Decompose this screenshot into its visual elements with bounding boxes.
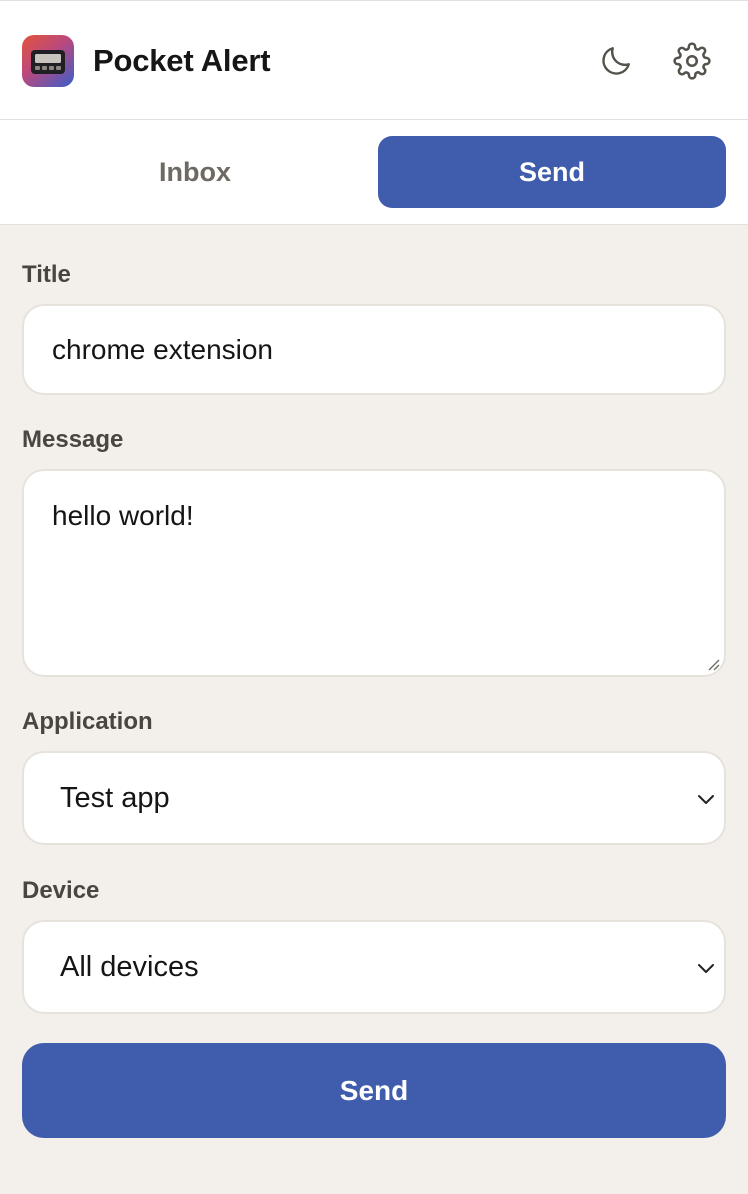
gear-icon <box>673 42 711 80</box>
tab-send[interactable]: Send <box>378 136 726 208</box>
device-select-value: All devices <box>60 950 199 983</box>
message-textarea-value: hello world! <box>52 500 194 531</box>
popup-window: Pocket Alert Inbox Send Title chrome ext… <box>0 0 748 1194</box>
moon-icon <box>602 47 630 75</box>
app-title: Pocket Alert <box>93 43 271 78</box>
theme-toggle-button[interactable] <box>594 39 638 83</box>
application-select[interactable]: Test app <box>22 751 726 845</box>
resize-handle-icon[interactable] <box>706 657 720 671</box>
pager-logo-icon <box>22 35 74 87</box>
device-label: Device <box>22 877 100 904</box>
tab-bar: Inbox Send <box>0 120 748 225</box>
chevron-down-icon <box>698 795 714 804</box>
message-label: Message <box>22 426 124 453</box>
header: Pocket Alert <box>0 0 748 120</box>
send-button[interactable]: Send <box>22 1043 726 1138</box>
application-label: Application <box>22 708 153 735</box>
title-input[interactable]: chrome extension <box>22 304 726 395</box>
message-textarea[interactable]: hello world! <box>22 469 726 677</box>
chevron-down-icon <box>698 964 714 973</box>
tab-inbox[interactable]: Inbox <box>22 136 368 208</box>
settings-button[interactable] <box>670 39 714 83</box>
title-input-value: chrome extension <box>52 333 274 365</box>
application-select-value: Test app <box>60 781 170 814</box>
device-select[interactable]: All devices <box>22 920 726 1014</box>
title-label: Title <box>22 261 71 288</box>
